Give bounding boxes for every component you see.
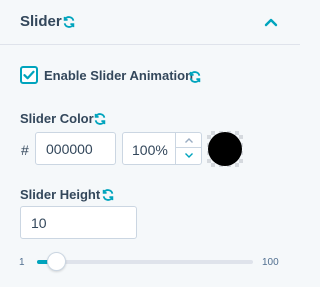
hex-color-input[interactable] (35, 132, 116, 165)
refresh-icon[interactable] (101, 188, 115, 202)
slider-color-label: Slider Color (20, 111, 94, 126)
opacity-value[interactable]: 100% (132, 142, 168, 158)
refresh-icon[interactable] (93, 112, 107, 126)
section-title: Slider (20, 13, 62, 30)
slider-max-label: 100 (262, 257, 279, 268)
decrement-button[interactable] (176, 148, 202, 164)
slider-height-input[interactable] (20, 206, 137, 239)
refresh-icon[interactable] (62, 15, 76, 29)
color-swatch[interactable] (207, 131, 243, 167)
slider-min-label: 1 (19, 257, 25, 268)
slider-height-label: Slider Height (20, 187, 101, 202)
stepper-controls (175, 133, 202, 164)
hash-prefix: # (21, 142, 29, 158)
chevron-up-icon[interactable] (263, 15, 279, 29)
opacity-stepper[interactable]: 100% (122, 132, 202, 165)
refresh-icon[interactable] (188, 70, 202, 84)
slider-track[interactable] (37, 260, 253, 264)
section-header[interactable]: Slider (0, 0, 300, 45)
color-preview[interactable] (208, 132, 242, 166)
animation-label[interactable]: Enable Slider Animation (44, 68, 193, 83)
slider-settings-panel: Enable Slider Animation Slider Color # 1… (0, 46, 300, 287)
slider-thumb[interactable] (46, 252, 66, 271)
increment-button[interactable] (176, 133, 202, 148)
animation-checkbox[interactable] (20, 66, 38, 84)
